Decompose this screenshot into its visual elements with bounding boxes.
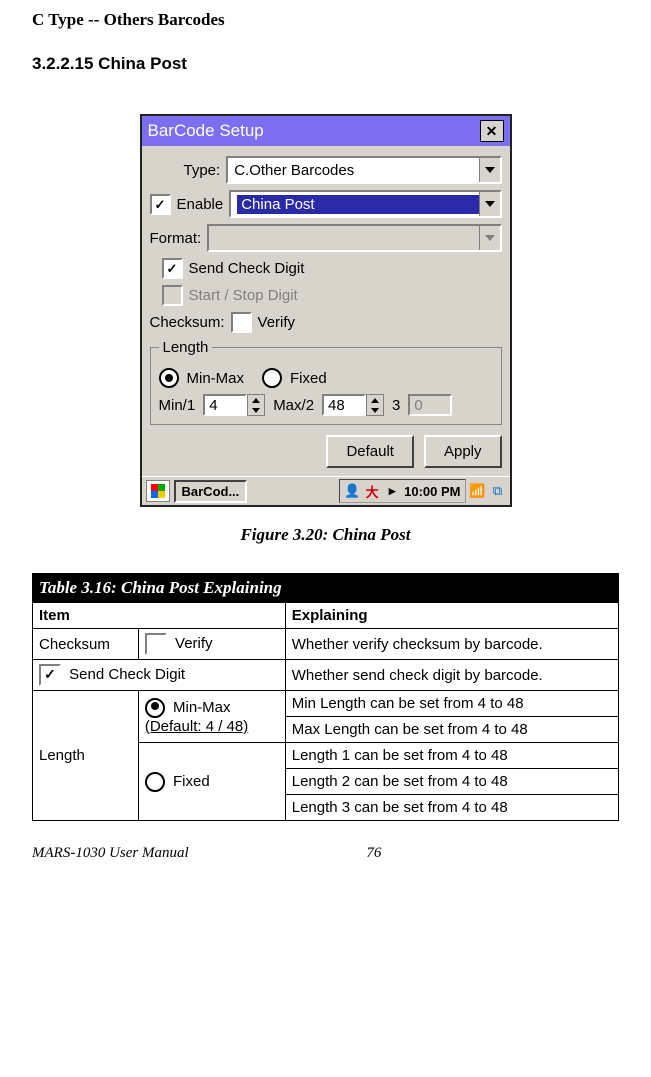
row-maxlen-expl: Max Length can be set from 4 to 48 bbox=[285, 717, 618, 743]
minmax-label: Min-Max bbox=[187, 370, 245, 387]
dropdown-button[interactable] bbox=[479, 158, 500, 182]
col-explaining: Explaining bbox=[285, 603, 618, 629]
dropdown-button bbox=[479, 226, 500, 250]
chevron-up-icon bbox=[252, 398, 260, 403]
taskbar: BarCod... 👤 大 ▸ 10:00 PM 📶 ⧉ bbox=[142, 476, 510, 505]
enable-label: Enable bbox=[177, 196, 224, 213]
signal-icon[interactable]: 📶 bbox=[470, 483, 486, 499]
window-titlebar: BarCode Setup ✕ bbox=[142, 116, 510, 146]
user-icon[interactable]: 👤 bbox=[344, 483, 360, 499]
minmax-radio[interactable] bbox=[159, 368, 179, 388]
spinner-up-button[interactable] bbox=[248, 395, 264, 405]
start-button[interactable] bbox=[146, 480, 170, 502]
row-len2-expl: Length 2 can be set from 4 to 48 bbox=[285, 769, 618, 795]
radio-icon bbox=[145, 772, 165, 792]
type-dropdown[interactable]: C.Other Barcodes bbox=[226, 156, 501, 184]
format-dropdown bbox=[207, 224, 501, 252]
page-heading: C Type -- Others Barcodes bbox=[32, 10, 619, 30]
row-sendcheck-item: Send Check Digit bbox=[33, 660, 286, 691]
three-value: 0 bbox=[408, 394, 452, 416]
send-check-digit-checkbox[interactable] bbox=[162, 258, 183, 279]
k-icon[interactable]: 大 bbox=[364, 483, 380, 499]
max-label: Max/2 bbox=[273, 397, 314, 414]
enable-checkbox[interactable] bbox=[150, 194, 171, 215]
start-stop-digit-checkbox bbox=[162, 285, 183, 306]
spinner-down-button[interactable] bbox=[248, 405, 264, 415]
tray-arrow-icon[interactable]: ▸ bbox=[384, 483, 400, 499]
format-label: Format: bbox=[150, 230, 202, 247]
max-spinner[interactable]: 48 bbox=[322, 394, 384, 416]
figure: BarCode Setup ✕ Type: C.Other Barcodes E… bbox=[32, 114, 619, 545]
row-minlen-expl: Min Length can be set from 4 to 48 bbox=[285, 691, 618, 717]
spinner-up-button[interactable] bbox=[367, 395, 383, 405]
taskbar-app-button[interactable]: BarCod... bbox=[174, 480, 248, 503]
fixed-label: Fixed bbox=[290, 370, 327, 387]
min-label: Min/1 bbox=[159, 397, 196, 414]
max-value: 48 bbox=[322, 394, 366, 416]
chevron-down-icon bbox=[371, 408, 379, 413]
spinner-down-button[interactable] bbox=[367, 405, 383, 415]
chevron-down-icon bbox=[485, 235, 495, 241]
default-button[interactable]: Default bbox=[326, 435, 414, 468]
chevron-down-icon bbox=[252, 408, 260, 413]
figure-caption: Figure 3.20: China Post bbox=[240, 525, 410, 545]
dropdown-button[interactable] bbox=[479, 192, 500, 216]
fixed-radio[interactable] bbox=[262, 368, 282, 388]
row-checksum-item: Checksum bbox=[33, 629, 139, 660]
row-sendcheck-expl: Whether send check digit by barcode. bbox=[285, 660, 618, 691]
chevron-down-icon bbox=[485, 167, 495, 173]
window-title: BarCode Setup bbox=[148, 121, 480, 141]
checksum-label: Checksum: bbox=[150, 314, 225, 331]
row-fixed-item: Fixed bbox=[138, 743, 285, 821]
cascade-windows-icon[interactable]: ⧉ bbox=[490, 483, 506, 499]
apply-button[interactable]: Apply bbox=[424, 435, 502, 468]
radio-checked-icon bbox=[145, 698, 165, 718]
row-minmax-item: Min-Max (Default: 4 / 48) bbox=[138, 691, 285, 743]
col-item: Item bbox=[33, 603, 286, 629]
checkbox-checked-icon bbox=[39, 664, 61, 686]
close-icon: ✕ bbox=[486, 123, 498, 140]
page-footer: MARS-1030 User Manual 76 bbox=[32, 845, 619, 862]
windows-logo-icon bbox=[151, 484, 165, 498]
row-length-item: Length bbox=[33, 691, 139, 821]
table-title: Table 3.16: China Post Explaining bbox=[33, 574, 619, 603]
close-button[interactable]: ✕ bbox=[480, 120, 504, 142]
system-tray: 👤 大 ▸ 10:00 PM bbox=[339, 479, 465, 503]
min-value: 4 bbox=[203, 394, 247, 416]
row-len3-expl: Length 3 can be set from 4 to 48 bbox=[285, 795, 618, 821]
footer-page: 76 bbox=[129, 845, 619, 862]
send-check-digit-label: Send Check Digit bbox=[189, 260, 305, 277]
barcode-setup-window: BarCode Setup ✕ Type: C.Other Barcodes E… bbox=[140, 114, 512, 507]
chevron-down-icon bbox=[485, 201, 495, 207]
verify-label: Verify bbox=[258, 314, 296, 331]
row-checksum-expl: Whether verify checksum by barcode. bbox=[285, 629, 618, 660]
chevron-up-icon bbox=[371, 398, 379, 403]
three-spinner: 0 bbox=[408, 394, 452, 416]
three-label: 3 bbox=[392, 397, 400, 414]
start-stop-digit-label: Start / Stop Digit bbox=[189, 287, 298, 304]
clock: 10:00 PM bbox=[404, 484, 460, 499]
verify-checkbox[interactable] bbox=[231, 312, 252, 333]
min-spinner[interactable]: 4 bbox=[203, 394, 265, 416]
row-checksum-verify: Verify bbox=[138, 629, 285, 660]
row-len1-expl: Length 1 can be set from 4 to 48 bbox=[285, 743, 618, 769]
subtype-value: China Post bbox=[237, 195, 478, 214]
type-label: Type: bbox=[184, 162, 221, 179]
checkbox-icon bbox=[145, 633, 167, 655]
subtype-dropdown[interactable]: China Post bbox=[229, 190, 501, 218]
china-post-table: Table 3.16: China Post Explaining Item E… bbox=[32, 573, 619, 821]
type-value: C.Other Barcodes bbox=[234, 162, 478, 179]
length-legend: Length bbox=[159, 339, 213, 356]
section-heading: 3.2.2.15 China Post bbox=[32, 54, 619, 74]
length-group: Length Min-Max Fixed Min/1 4 bbox=[150, 339, 502, 425]
